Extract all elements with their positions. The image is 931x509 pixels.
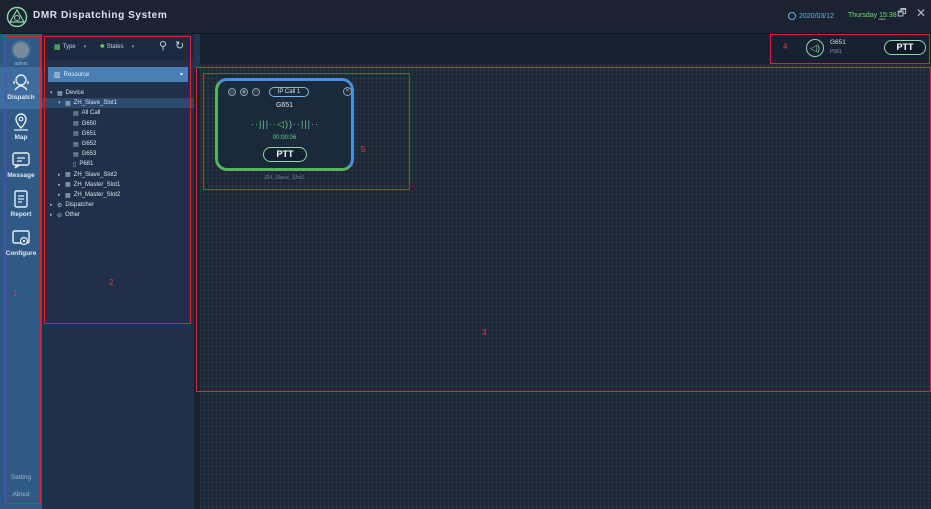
annotation-label-5: 5 xyxy=(361,145,366,154)
annotation-label-1: 1 xyxy=(13,289,18,298)
annotation-box-4 xyxy=(770,34,930,64)
app-title: DMR Dispatching System xyxy=(33,10,168,21)
annotation-box-2 xyxy=(44,36,191,324)
date-display: 2020/03/12 xyxy=(788,12,834,20)
annotation-box-1 xyxy=(5,36,41,504)
close-button[interactable]: ✕ xyxy=(914,6,928,20)
annotation-label-3: 3 xyxy=(482,328,487,337)
annotation-box-5 xyxy=(203,73,410,190)
app-logo-icon xyxy=(6,6,28,28)
date-text: 2020/03/12 xyxy=(799,12,835,20)
annotation-label-2: 2 xyxy=(109,278,114,287)
title-bar: DMR Dispatching System 2020/03/12 Thursd… xyxy=(0,0,931,34)
day-time-text: Thursday 15:38 xyxy=(848,12,897,19)
clock-icon xyxy=(788,12,796,20)
minimize-button[interactable]: _ xyxy=(875,6,889,20)
annotation-label-4: 4 xyxy=(783,42,788,51)
restore-button[interactable]: 🗗 xyxy=(895,6,909,23)
